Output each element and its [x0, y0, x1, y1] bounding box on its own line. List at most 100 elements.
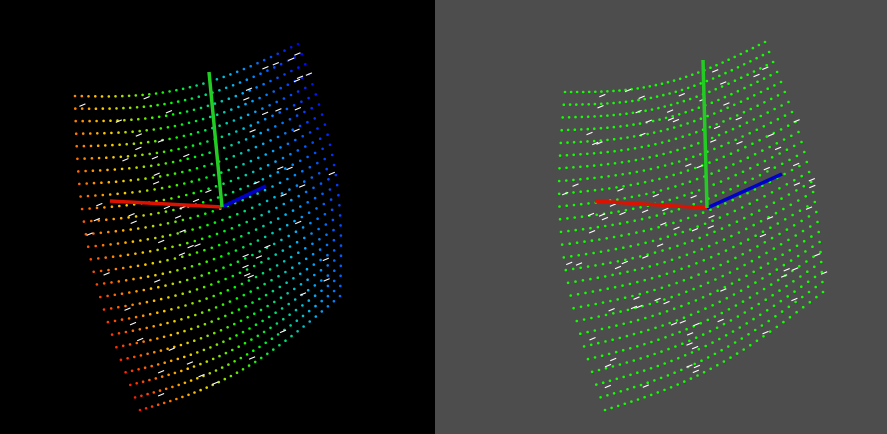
point: [293, 287, 296, 291]
point: [123, 118, 126, 122]
point: [139, 141, 143, 145]
point: [296, 90, 300, 93]
point: [262, 330, 266, 334]
point: [644, 109, 647, 112]
point: [567, 116, 571, 119]
point: [762, 335, 765, 338]
point: [683, 380, 686, 383]
point: [774, 257, 777, 261]
point: [755, 339, 759, 343]
point: [587, 90, 591, 94]
point: [274, 253, 278, 256]
point: [321, 147, 324, 151]
point: [780, 162, 784, 166]
point: [296, 42, 300, 46]
point: [608, 379, 612, 383]
point: [586, 189, 590, 193]
point: [244, 304, 247, 308]
point: [196, 214, 200, 218]
point: [568, 242, 571, 245]
point: [765, 251, 768, 255]
point: [785, 183, 789, 186]
point: [249, 242, 252, 246]
point: [299, 205, 302, 208]
viewport-right-solid[interactable]: [435, 0, 887, 434]
point: [724, 334, 728, 337]
point: [629, 320, 633, 324]
point: [690, 239, 694, 242]
point: [696, 225, 699, 228]
point: [625, 334, 629, 338]
point: [170, 149, 173, 152]
point: [723, 95, 727, 99]
point: [173, 371, 177, 375]
point: [250, 206, 254, 210]
point: [648, 216, 651, 219]
viewport-left-gradient[interactable]: [0, 0, 435, 434]
point: [223, 110, 226, 114]
point: [74, 119, 77, 123]
point: [671, 333, 674, 337]
point: [581, 279, 585, 282]
point: [170, 101, 173, 105]
point: [151, 176, 155, 179]
point: [579, 153, 582, 156]
point: [757, 302, 760, 306]
point: [697, 71, 700, 74]
point: [757, 209, 761, 212]
point: [156, 337, 159, 340]
point: [615, 377, 619, 381]
point: [733, 79, 737, 82]
point: [722, 155, 726, 159]
point: [679, 171, 683, 175]
point: [295, 184, 299, 187]
point: [285, 281, 288, 285]
point: [677, 207, 681, 211]
point: [105, 218, 108, 221]
point: [235, 334, 238, 337]
point: [117, 305, 120, 309]
point: [189, 216, 192, 220]
point: [268, 268, 272, 271]
point: [629, 347, 632, 350]
point: [99, 231, 103, 235]
point: [631, 256, 634, 260]
point: [708, 161, 711, 164]
point: [800, 219, 803, 223]
point: [189, 353, 193, 357]
point: [225, 121, 228, 125]
point: [648, 156, 651, 159]
point: [775, 142, 779, 145]
point: [229, 73, 232, 76]
point: [139, 239, 142, 242]
point: [630, 195, 634, 199]
point: [174, 220, 177, 223]
point: [148, 93, 151, 96]
point: [676, 101, 679, 105]
point: [102, 308, 106, 311]
point: [751, 46, 755, 50]
point: [306, 201, 310, 204]
point: [766, 262, 770, 265]
point: [271, 114, 274, 118]
point: [606, 102, 609, 105]
point: [185, 110, 189, 113]
point: [258, 345, 261, 349]
point: [233, 322, 236, 326]
point: [247, 364, 251, 367]
point: [320, 289, 323, 293]
point: [206, 334, 209, 338]
point: [278, 111, 282, 114]
point: [205, 176, 208, 179]
point: [159, 323, 162, 327]
point: [95, 119, 98, 123]
point: [611, 365, 615, 368]
point: [683, 354, 687, 357]
point: [693, 119, 696, 123]
point: [326, 294, 330, 298]
point: [692, 155, 695, 159]
point: [606, 394, 609, 397]
point: [303, 236, 306, 240]
point: [244, 102, 247, 106]
point: [762, 125, 766, 128]
